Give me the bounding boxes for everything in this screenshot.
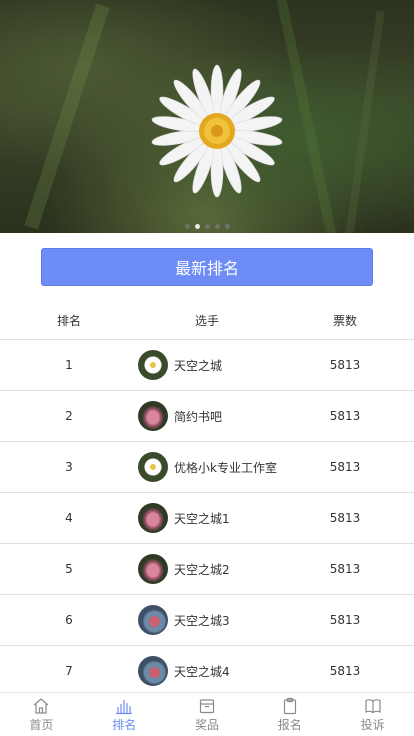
rank-cell: 6 [65, 613, 73, 627]
book-icon [364, 697, 382, 716]
rank-cell: 2 [65, 409, 73, 423]
player-cell[interactable]: 天空之城4 [138, 656, 276, 686]
carousel-dot[interactable] [184, 224, 190, 229]
tab-1[interactable]: 首页 [0, 693, 83, 736]
table-row[interactable]: 6 天空之城3 5813 [0, 595, 414, 646]
table-row[interactable]: 3 优格小k专业工作室 5813 [0, 442, 414, 493]
tab-5[interactable]: 投诉 [331, 693, 414, 736]
rank-cell: 4 [65, 511, 73, 525]
player-name[interactable]: 优格小k专业工作室 [174, 459, 277, 476]
avatar[interactable] [138, 350, 168, 380]
rank-cell: 3 [65, 460, 73, 474]
player-cell[interactable]: 天空之城1 [138, 503, 276, 533]
table-row[interactable]: 1 天空之城 5813 [0, 340, 414, 391]
carousel-dot[interactable] [204, 224, 210, 229]
tab-2[interactable]: 排名 [83, 693, 166, 736]
avatar[interactable] [138, 656, 168, 686]
carousel-dot[interactable] [214, 224, 220, 229]
rank-cell: 5 [65, 562, 73, 576]
rank-cell: 7 [65, 664, 73, 678]
carousel-indicator[interactable] [0, 224, 414, 229]
votes-cell: 5813 [329, 511, 361, 525]
clipboard-icon [281, 697, 299, 716]
player-cell[interactable]: 简约书吧 [138, 401, 276, 431]
background-grass [24, 3, 110, 230]
header-votes: 票数 [332, 313, 357, 328]
gift-box-icon [198, 697, 216, 716]
votes-cell: 5813 [329, 613, 361, 627]
home-icon [32, 697, 50, 716]
banner-carousel[interactable] [0, 0, 414, 233]
votes-cell: 5813 [329, 664, 361, 678]
avatar[interactable] [138, 554, 168, 584]
background-grass [343, 10, 385, 233]
tab-label: 报名 [277, 717, 302, 732]
votes-cell: 5813 [329, 358, 361, 372]
avatar[interactable] [138, 401, 168, 431]
header-rank: 排名 [56, 313, 81, 328]
carousel-dot[interactable] [224, 224, 230, 229]
votes-cell: 5813 [329, 562, 361, 576]
player-cell[interactable]: 天空之城2 [138, 554, 276, 584]
player-cell[interactable]: 优格小k专业工作室 [138, 452, 277, 482]
latest-ranking-button[interactable]: 最新排名 [41, 248, 373, 286]
tab-label: 首页 [29, 717, 54, 732]
header-player: 选手 [194, 313, 219, 328]
bar-chart-icon [115, 697, 133, 716]
votes-cell: 5813 [329, 409, 361, 423]
player-name[interactable]: 天空之城4 [174, 663, 230, 680]
player-name[interactable]: 天空之城 [174, 357, 222, 374]
table-row[interactable]: 7 天空之城4 5813 [0, 646, 414, 697]
tab-label: 投诉 [360, 717, 385, 732]
avatar[interactable] [138, 503, 168, 533]
player-name[interactable]: 简约书吧 [174, 408, 222, 425]
bottom-tab-bar: 首页 排名 奖品 报名 投诉 [0, 692, 414, 736]
votes-cell: 5813 [329, 460, 361, 474]
daisy-image [151, 64, 283, 198]
avatar[interactable] [138, 452, 168, 482]
table-row[interactable]: 2 简约书吧 5813 [0, 391, 414, 442]
tab-3[interactable]: 奖品 [166, 693, 249, 736]
player-cell[interactable]: 天空之城3 [138, 605, 276, 635]
carousel-dot[interactable] [194, 224, 200, 229]
tab-label: 排名 [112, 717, 137, 732]
player-cell[interactable]: 天空之城 [138, 350, 276, 380]
tab-label: 奖品 [194, 717, 219, 732]
avatar[interactable] [138, 605, 168, 635]
table-row[interactable]: 5 天空之城2 5813 [0, 544, 414, 595]
tab-4[interactable]: 报名 [248, 693, 331, 736]
player-name[interactable]: 天空之城1 [174, 510, 230, 527]
table-header: 排名 选手 票数 [0, 301, 414, 340]
table-row[interactable]: 4 天空之城1 5813 [0, 493, 414, 544]
player-name[interactable]: 天空之城2 [174, 561, 230, 578]
rank-cell: 1 [65, 358, 73, 372]
ranking-table: 排名 选手 票数 1 天空之城 5813 2 简约书吧 5813 3 优格小k专… [0, 301, 414, 697]
player-name[interactable]: 天空之城3 [174, 612, 230, 629]
